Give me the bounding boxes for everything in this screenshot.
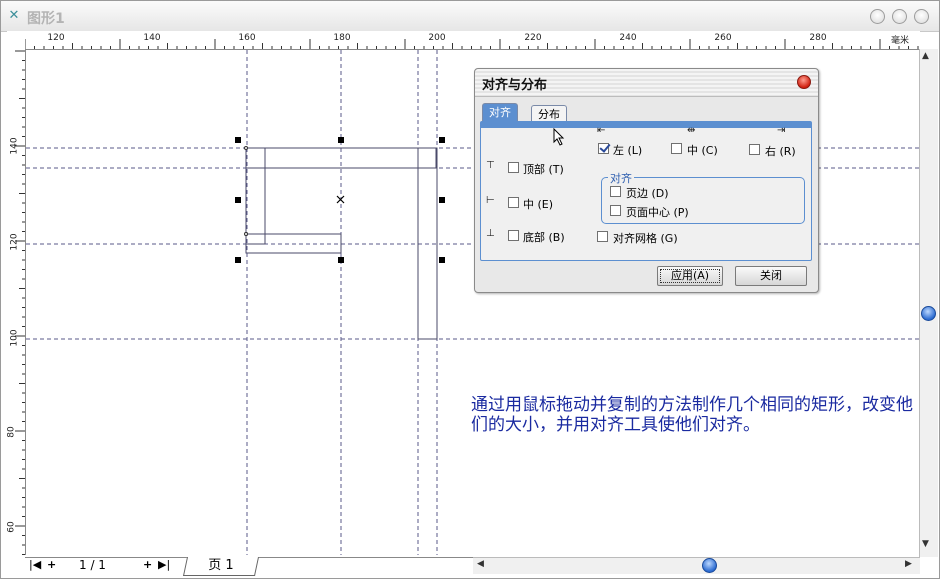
- page-navigation-bar: |◀ + 1 / 1 + ▶| 页 1: [25, 557, 473, 576]
- apply-button-label: 应用: [670, 269, 693, 282]
- handle-top-middle[interactable]: [338, 137, 344, 143]
- close-window-button[interactable]: [914, 9, 929, 24]
- mouse-cursor-icon: [553, 128, 565, 146]
- close-button[interactable]: 关闭: [735, 266, 807, 286]
- align-center-checkbox[interactable]: [671, 143, 682, 154]
- snap-to-grid-label: 对齐网格 (G): [613, 232, 678, 245]
- page-tab[interactable]: 页 1: [182, 557, 260, 576]
- dialog-close-icon[interactable]: [797, 75, 811, 89]
- minimize-button[interactable]: [870, 9, 885, 24]
- scroll-down-arrow-icon[interactable]: ▼: [922, 539, 929, 549]
- align-to-group-title: 对齐: [608, 170, 634, 186]
- node-point[interactable]: [244, 146, 248, 150]
- align-center-label: 中 (C): [687, 144, 718, 157]
- rectangle-left[interactable]: [245, 147, 266, 245]
- align-distribute-dialog: 对齐与分布 对齐 分布 ⇤ ⇹ ⇥ 左 (L) 中 (C) 右 (R) ⊤ 顶部…: [474, 68, 819, 293]
- add-page-after-button[interactable]: +: [143, 558, 152, 571]
- add-page-before-button[interactable]: +: [47, 558, 56, 571]
- ruler-label-60-v: 60: [6, 521, 17, 533]
- ruler-label-260: 260: [714, 33, 732, 43]
- vertical-scroll-thumb[interactable]: [921, 306, 936, 321]
- horizontal-scrollbar[interactable]: ◀ ▶: [473, 557, 920, 574]
- align-middle-checkbox[interactable]: [508, 197, 519, 208]
- first-page-button[interactable]: |◀: [29, 558, 41, 571]
- dialog-title: 对齐与分布: [482, 78, 548, 93]
- vertical-ruler[interactable]: 140 120 100 80 60: [7, 49, 26, 555]
- align-left-label: 左 (L): [613, 144, 643, 157]
- horizontal-ruler[interactable]: 120 140 160 180 200 220 240 260 280 毫米: [25, 31, 920, 50]
- align-to-group: 对齐 页边 (D) 页面中心 (P): [601, 170, 805, 224]
- align-middle-icon: ⊢: [486, 195, 495, 206]
- ruler-label-120-v: 120: [9, 233, 20, 251]
- app-icon: ✕: [8, 8, 20, 23]
- ruler-label-80-v: 80: [6, 426, 17, 438]
- ruler-unit-label: 毫米: [890, 36, 910, 46]
- maximize-button[interactable]: [892, 9, 907, 24]
- apply-button-shortcut: (A): [692, 269, 710, 282]
- ruler-corner[interactable]: [7, 31, 26, 50]
- application-window: ✕ 图形1 120 140 160 180 200 220 240 260 28…: [0, 0, 940, 579]
- handle-middle-right[interactable]: [439, 197, 445, 203]
- window-title: 图形1: [27, 11, 65, 27]
- page-center-label: 页面中心 (P): [626, 206, 689, 219]
- instruction-annotation: 通过用鼠标拖动并复制的方法制作几个相同的矩形，改变他们的大小，并用对齐工具使他们…: [471, 395, 913, 435]
- ruler-label-280: 280: [809, 33, 827, 43]
- ruler-label-220: 220: [524, 33, 542, 43]
- ruler-label-140-v: 140: [9, 137, 20, 155]
- ruler-label-200: 200: [428, 33, 446, 43]
- title-bar[interactable]: ✕ 图形1: [1, 1, 939, 32]
- align-right-icon: ⇥: [777, 125, 786, 136]
- page-counter: 1 / 1: [79, 558, 106, 572]
- align-bottom-checkbox[interactable]: [508, 230, 519, 241]
- vertical-scrollbar[interactable]: ▲ ▼: [919, 49, 938, 557]
- align-center-h-icon: ⇹: [687, 125, 696, 136]
- vertical-ruler-ticks: [15, 50, 25, 555]
- ruler-label-140: 140: [143, 33, 161, 43]
- horizontal-scroll-thumb[interactable]: [702, 558, 717, 573]
- handle-bottom-left[interactable]: [235, 257, 241, 263]
- snap-to-grid-checkbox[interactable]: [597, 231, 608, 242]
- node-point[interactable]: [244, 232, 248, 236]
- page-edge-checkbox[interactable]: [610, 186, 621, 197]
- handle-bottom-middle[interactable]: [338, 257, 344, 263]
- align-left-checkbox[interactable]: [598, 143, 609, 154]
- ruler-label-120: 120: [47, 33, 65, 43]
- align-top-label: 顶部 (T): [523, 163, 564, 176]
- align-right-label: 右 (R): [765, 145, 796, 158]
- tab-band: [481, 122, 811, 128]
- page-edge-label: 页边 (D): [626, 187, 669, 200]
- align-tab-panel: ⇤ ⇹ ⇥ 左 (L) 中 (C) 右 (R) ⊤ 顶部 (T) ⊢ 中 (E)…: [480, 121, 812, 261]
- handle-middle-left[interactable]: [235, 197, 241, 203]
- align-top-icon: ⊤: [486, 160, 495, 171]
- align-bottom-icon: ⊥: [486, 228, 495, 239]
- handle-top-left[interactable]: [235, 137, 241, 143]
- scroll-left-arrow-icon[interactable]: ◀: [477, 559, 484, 569]
- align-middle-label: 中 (E): [523, 198, 554, 211]
- ruler-label-180: 180: [333, 33, 351, 43]
- ruler-label-100-v: 100: [9, 329, 20, 347]
- align-bottom-label: 底部 (B): [523, 231, 565, 244]
- align-left-icon: ⇤: [597, 125, 606, 136]
- apply-button[interactable]: 应用(A): [657, 266, 723, 286]
- dialog-title-bar[interactable]: 对齐与分布: [475, 69, 818, 97]
- scroll-right-arrow-icon[interactable]: ▶: [905, 559, 912, 569]
- align-top-checkbox[interactable]: [508, 162, 519, 173]
- handle-top-right[interactable]: [439, 137, 445, 143]
- last-page-button[interactable]: ▶|: [158, 558, 170, 571]
- tab-align[interactable]: 对齐: [482, 103, 518, 122]
- ruler-label-160: 160: [238, 33, 256, 43]
- page-tab-label: 页 1: [208, 558, 234, 573]
- ruler-label-240: 240: [619, 33, 637, 43]
- handle-bottom-right[interactable]: [439, 257, 445, 263]
- page-center-checkbox[interactable]: [610, 205, 621, 216]
- scroll-up-arrow-icon[interactable]: ▲: [922, 51, 929, 61]
- align-right-checkbox[interactable]: [749, 144, 760, 155]
